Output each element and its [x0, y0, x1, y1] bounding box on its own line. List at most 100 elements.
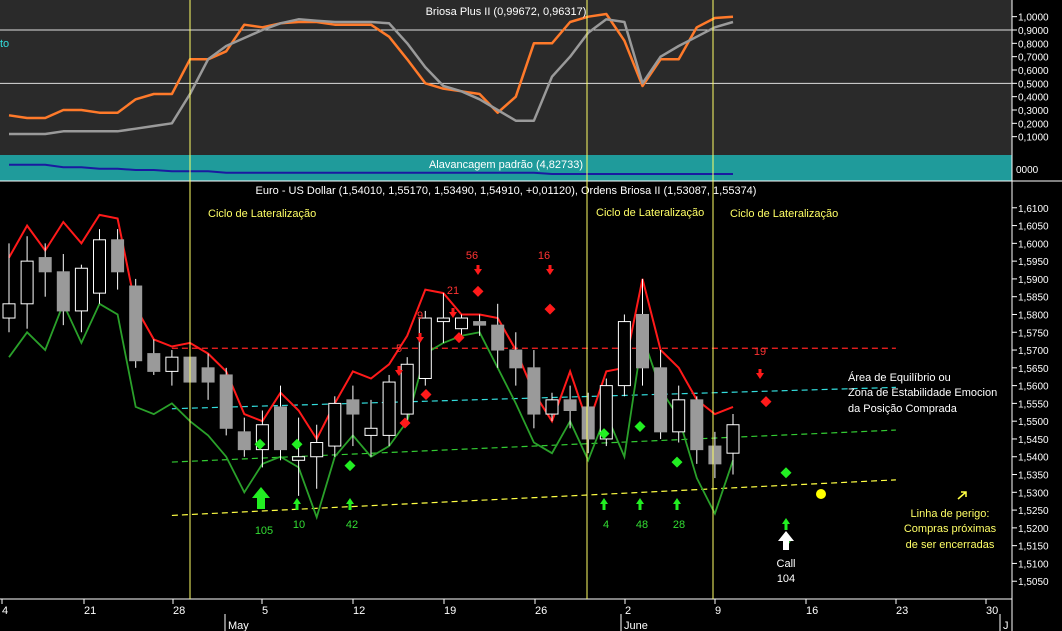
- candle-body: [509, 349, 523, 369]
- price-ytick-label: 1,5050: [1018, 577, 1049, 588]
- equilibrium-note-line2: Zona de Estabilidade Emocion: [848, 387, 997, 399]
- buy-signal-label: 10: [293, 519, 305, 531]
- danger-note-line1: Linha de perigo:: [911, 508, 990, 520]
- left-cut-label: to: [0, 38, 9, 50]
- equilibrium-note-line3: da Posição Comprada: [848, 403, 958, 415]
- candle-body: [2, 303, 16, 319]
- sell-signal-label: 9: [417, 310, 423, 322]
- candle-body: [636, 313, 649, 369]
- cycle-label-1: Ciclo de Lateralização: [208, 208, 316, 220]
- x-tick-label: 21: [84, 605, 96, 617]
- candle-body: [201, 367, 215, 383]
- candle-body: [418, 317, 432, 379]
- price-ytick-label: 1,5900: [1018, 275, 1049, 286]
- x-tick-label: 16: [806, 605, 818, 617]
- candle-body: [708, 445, 722, 465]
- buy-signal-label: 42: [346, 519, 358, 531]
- price-ytick-label: 1,5500: [1018, 417, 1049, 428]
- sell-signal-label: 21: [447, 285, 459, 297]
- candle-body: [328, 402, 342, 447]
- candle-body: [111, 239, 125, 273]
- month-label: June: [624, 620, 648, 631]
- leverage-title: Alavancagem padrão (4,82733): [429, 159, 583, 171]
- candle-body: [237, 431, 251, 451]
- buy-signal-label: 48: [636, 519, 648, 531]
- price-title: Euro - US Dollar (1,54010, 1,55170, 1,53…: [256, 185, 757, 197]
- oscillator-ytick-label: 0,3000: [1018, 106, 1049, 117]
- price-ytick-label: 1,5350: [1018, 471, 1049, 482]
- price-ytick-label: 1,6050: [1018, 222, 1049, 233]
- candle-body: [310, 442, 324, 458]
- price-ytick-label: 1,6100: [1018, 204, 1049, 215]
- candle-body: [93, 239, 106, 294]
- oscillator-ytick-label: 0,6000: [1018, 66, 1049, 77]
- candle-body: [436, 317, 450, 323]
- oscillator-ytick-label: 0,2000: [1018, 119, 1049, 130]
- candle-body: [292, 456, 306, 461]
- price-ytick-label: 1,5600: [1018, 382, 1049, 393]
- price-ytick-label: 1,5250: [1018, 506, 1049, 517]
- candle-body: [690, 399, 704, 451]
- candle-body: [545, 399, 559, 415]
- oscillator-ytick-label: 0,5000: [1018, 79, 1049, 90]
- candle-body: [527, 367, 541, 415]
- danger-note-line3: de ser encerradas: [906, 539, 995, 551]
- candle-body: [563, 399, 577, 412]
- candle-body: [654, 367, 668, 433]
- candle-body: [165, 356, 179, 372]
- equilibrium-note-line1: Área de Equilíbrio ou: [848, 371, 951, 384]
- danger-dot: [816, 489, 826, 499]
- x-tick-label: 19: [444, 605, 456, 617]
- price-ytick-label: 1,5750: [1018, 328, 1049, 339]
- candle-body: [400, 363, 414, 415]
- x-tick-label: 26: [535, 605, 547, 617]
- month-label: J: [1003, 620, 1009, 631]
- price-ytick-label: 1,5450: [1018, 435, 1049, 446]
- oscillator-ytick-label: 0,9000: [1018, 26, 1049, 37]
- oscillator-ytick-label: 0,7000: [1018, 53, 1049, 64]
- chart-window: 10510424482875921561619 0,10000,20000,30…: [0, 0, 1062, 631]
- candle-body: [20, 260, 34, 305]
- candle-body: [382, 381, 396, 436]
- candle-body: [473, 321, 487, 326]
- candle-body: [219, 374, 233, 429]
- oscillator-ytick-label: 1,0000: [1018, 13, 1049, 24]
- price-ytick-label: 1,5200: [1018, 524, 1049, 535]
- oscillator-panel: [0, 0, 1012, 155]
- x-tick-label: 2: [625, 605, 631, 617]
- call-value: 104: [777, 573, 795, 585]
- price-ytick-label: 1,5300: [1018, 488, 1049, 499]
- chart-canvas: 10510424482875921561619 0,10000,20000,30…: [0, 0, 1062, 631]
- x-tick-label: 23: [896, 605, 908, 617]
- cycle-label-3: Ciclo de Lateralização: [730, 208, 838, 220]
- candle-body: [581, 406, 595, 440]
- x-tick-label: 28: [173, 605, 185, 617]
- oscillator-ytick-label: 0,1000: [1018, 133, 1049, 144]
- oscillator-title: Briosa Plus II (0,99672, 0,96317): [426, 6, 587, 18]
- sell-signal-label: 56: [466, 250, 478, 262]
- price-ytick-label: 1,6000: [1018, 239, 1049, 250]
- sell-signal-label: 5: [396, 343, 402, 355]
- candle-body: [38, 257, 52, 273]
- x-tick-label: 12: [353, 605, 365, 617]
- sell-signal-label: 19: [754, 346, 766, 358]
- x-tick-label: 5: [262, 605, 268, 617]
- candle-body: [455, 317, 468, 330]
- candle-body: [274, 406, 287, 451]
- sell-signal-label: 16: [538, 250, 550, 262]
- buy-signal-label: 105: [255, 525, 273, 537]
- danger-note-line2: Compras próximas: [904, 523, 997, 535]
- candle-body: [346, 399, 360, 415]
- price-ytick-label: 1,5100: [1018, 559, 1049, 570]
- cycle-label-2: Ciclo de Lateralização: [596, 207, 704, 219]
- x-tick-label: 4: [2, 605, 8, 617]
- price-ytick-label: 1,5700: [1018, 346, 1049, 357]
- candle-body: [74, 267, 88, 312]
- candle-body: [364, 427, 378, 436]
- candle-body: [617, 321, 631, 387]
- candle-body: [147, 353, 161, 372]
- price-ytick-label: 1,5400: [1018, 453, 1049, 464]
- buy-signal-label: 4: [603, 519, 609, 531]
- candle-body: [56, 271, 70, 312]
- price-ytick-label: 1,5850: [1018, 293, 1049, 304]
